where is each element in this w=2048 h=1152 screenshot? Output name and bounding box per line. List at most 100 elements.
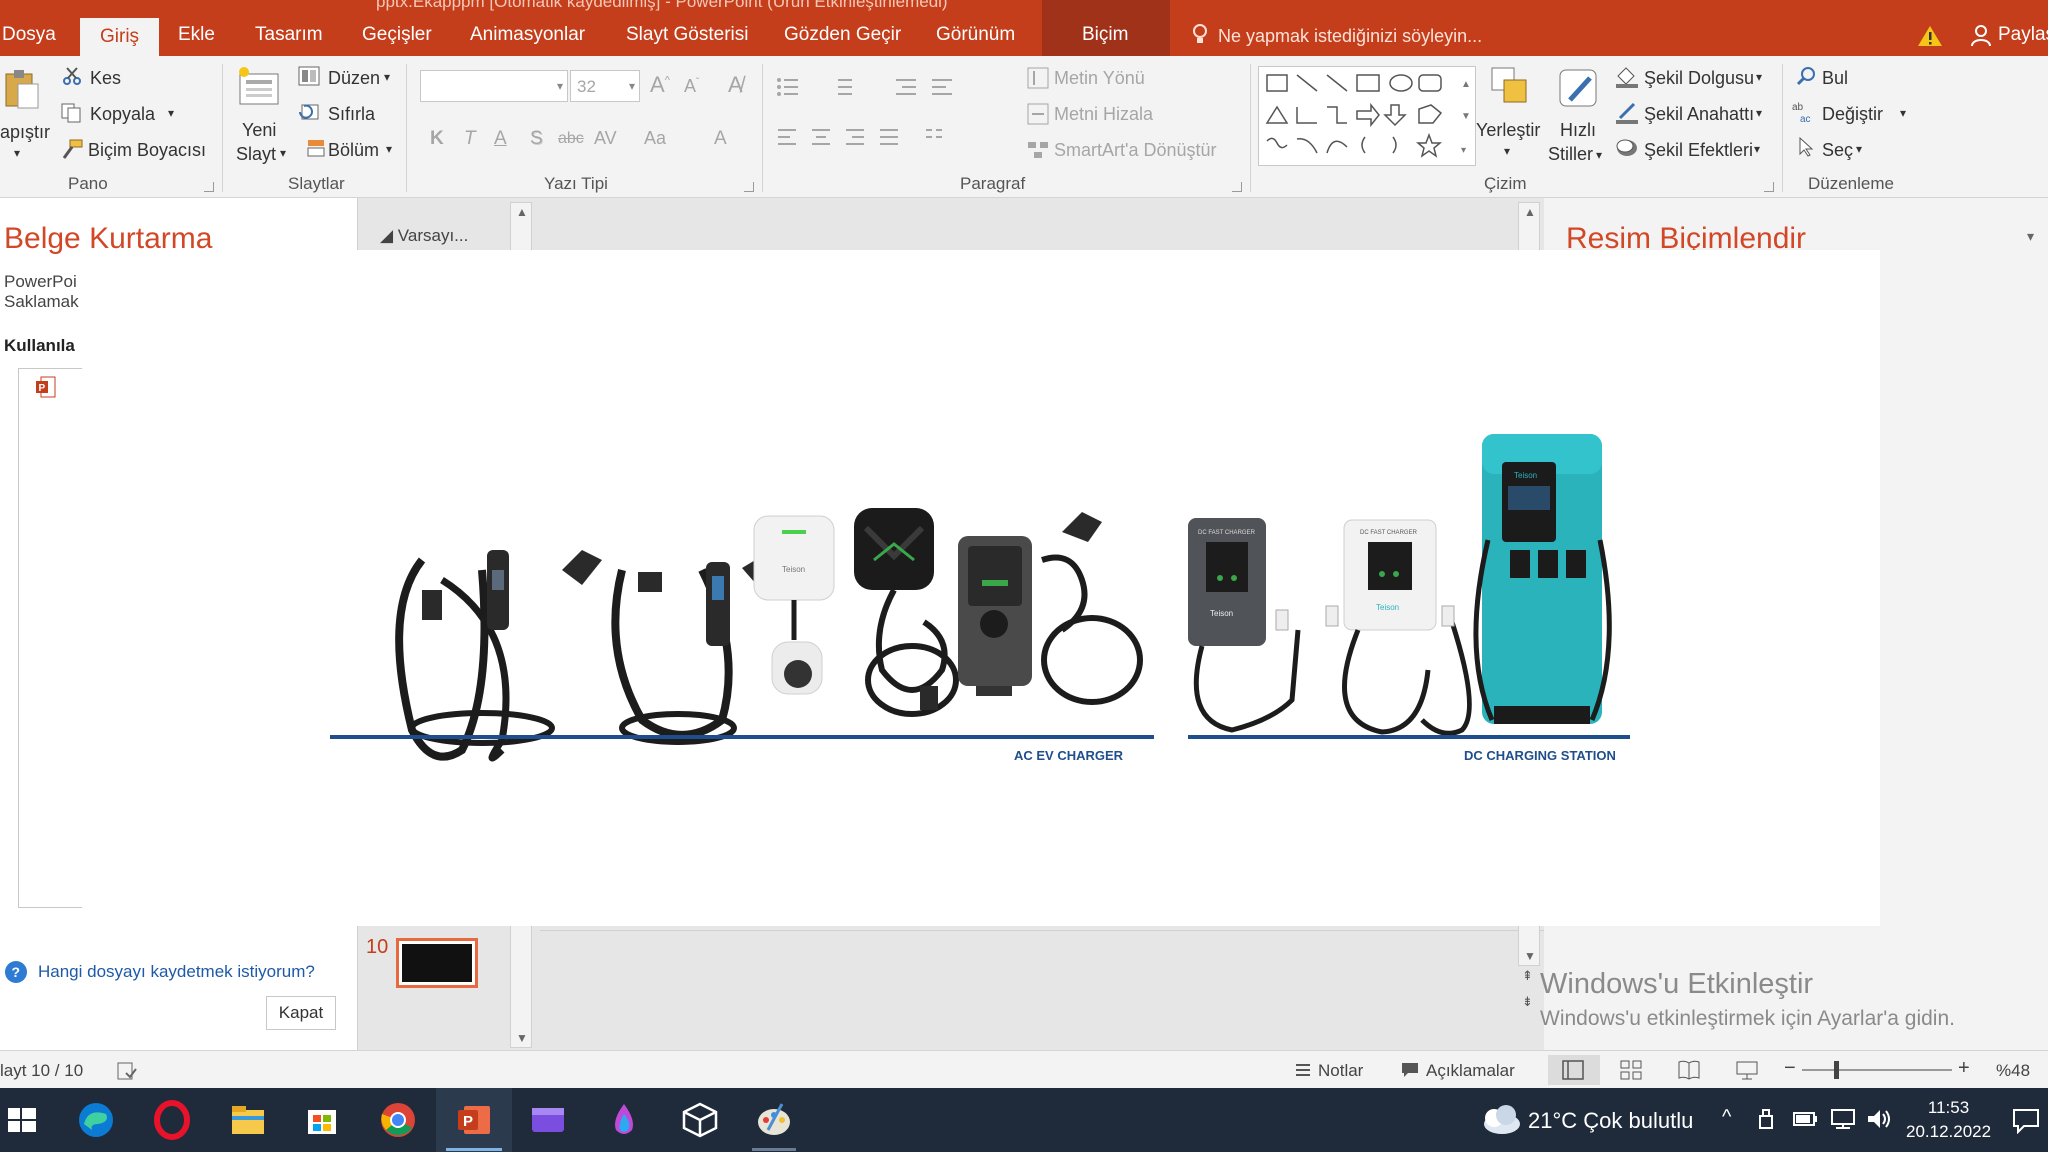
paste-button[interactable]: apıştır bbox=[0, 122, 50, 143]
tab-view[interactable]: Görünüm bbox=[936, 24, 1015, 46]
battery-icon[interactable] bbox=[1792, 1110, 1818, 1128]
shape-fill-dropdown-arrow[interactable]: ▾ bbox=[1756, 70, 1762, 84]
edge-icon[interactable] bbox=[76, 1100, 116, 1140]
zoom-in-icon[interactable]: + bbox=[1958, 1057, 1970, 1080]
powerpoint-icon[interactable]: P bbox=[454, 1100, 494, 1140]
slide-sorter-icon[interactable] bbox=[1620, 1060, 1642, 1080]
section-dropdown-arrow[interactable]: ▾ bbox=[386, 142, 392, 156]
font-color-button[interactable]: A bbox=[714, 128, 727, 150]
shapes-gallery[interactable]: ▲ ▼ ▾ bbox=[1258, 66, 1476, 166]
new-slide-icon[interactable] bbox=[236, 66, 282, 108]
copy-button[interactable]: Kopyala bbox=[90, 104, 155, 125]
change-case-button[interactable]: Aa bbox=[644, 128, 666, 149]
list-buttons-icon[interactable] bbox=[776, 76, 976, 98]
underline-button[interactable]: A bbox=[494, 128, 507, 150]
character-spacing-button[interactable]: AV bbox=[594, 128, 617, 149]
replace-button[interactable]: Değiştir bbox=[1822, 104, 1883, 125]
tab-file[interactable]: Dosya bbox=[2, 24, 56, 46]
cloudy-weather-icon[interactable] bbox=[1478, 1102, 1522, 1136]
section-header[interactable]: ◢ Varsayı... bbox=[380, 226, 468, 246]
usb-device-icon[interactable] bbox=[1756, 1108, 1776, 1132]
system-clock[interactable]: 11:53 20.12.2022 bbox=[1906, 1096, 1991, 1144]
help-link[interactable]: Hangi dosyayı kaydetmek istiyorum? bbox=[38, 962, 315, 982]
scroll-down-icon[interactable]: ▼ bbox=[516, 1031, 528, 1045]
font-dialog-launcher[interactable] bbox=[744, 182, 754, 192]
reset-button[interactable]: Sıfırla bbox=[328, 104, 375, 125]
scroll-up-icon[interactable]: ▲ bbox=[516, 205, 528, 219]
notes-button[interactable]: Notlar bbox=[1318, 1061, 1363, 1081]
tab-animations[interactable]: Animasyonlar bbox=[470, 24, 585, 46]
ev-charger-picture[interactable]: Teison AC EV CHARGER DC FAST CHARGER Tei… bbox=[82, 250, 1880, 926]
tab-review[interactable]: Gözden Geçir bbox=[784, 24, 901, 46]
zoom-out-icon[interactable]: − bbox=[1784, 1057, 1796, 1080]
strikethrough-button[interactable]: abc bbox=[558, 130, 584, 148]
tell-me-input[interactable]: Ne yapmak istediğinizi söyleyin... bbox=[1218, 26, 1482, 47]
select-button[interactable]: Seç bbox=[1822, 140, 1853, 161]
shape-outline-button[interactable]: Şekil Anahattı bbox=[1644, 104, 1754, 125]
copy-dropdown-arrow[interactable]: ▾ bbox=[168, 106, 174, 120]
font-name-combo[interactable]: ▾ bbox=[420, 70, 568, 102]
alignment-buttons-icon[interactable] bbox=[776, 126, 976, 148]
spellcheck-icon[interactable] bbox=[116, 1061, 138, 1081]
convert-smartart-button[interactable]: SmartArt'a Dönüştür bbox=[1054, 140, 1217, 161]
find-button[interactable]: Bul bbox=[1822, 68, 1848, 89]
tab-transitions[interactable]: Geçişler bbox=[362, 24, 432, 46]
tab-home[interactable]: Giriş bbox=[80, 18, 160, 56]
powerpoint-file-icon[interactable]: P bbox=[35, 375, 57, 399]
shadow-button[interactable]: S bbox=[530, 128, 543, 150]
new-slide-dropdown-arrow[interactable]: ▾ bbox=[280, 146, 286, 160]
tab-slideshow[interactable]: Slayt Gösterisi bbox=[626, 24, 748, 46]
arrange-button[interactable]: Yerleştir bbox=[1476, 120, 1540, 141]
file-explorer-icon[interactable] bbox=[228, 1100, 268, 1140]
clipchamp-icon[interactable] bbox=[528, 1100, 568, 1140]
decrease-font-icon[interactable]: Aˇ bbox=[684, 76, 699, 97]
weather-text[interactable]: 21°C Çok bulutlu bbox=[1528, 1108, 1693, 1134]
paste-dropdown-arrow[interactable]: ▾ bbox=[14, 146, 20, 160]
paint-icon[interactable] bbox=[754, 1100, 794, 1140]
scroll-down-icon[interactable]: ▼ bbox=[1524, 949, 1536, 963]
reading-view-icon[interactable] bbox=[1678, 1060, 1700, 1080]
bold-button[interactable]: K bbox=[430, 128, 444, 150]
zoom-slider-track[interactable] bbox=[1802, 1069, 1952, 1071]
quick-styles-icon[interactable] bbox=[1556, 66, 1600, 110]
paint3d-icon[interactable] bbox=[604, 1100, 644, 1140]
quick-styles-button[interactable]: Hızlı bbox=[1560, 120, 1596, 141]
font-size-combo[interactable]: 32 ▾ bbox=[570, 70, 640, 102]
section-button[interactable]: Bölüm bbox=[328, 140, 379, 161]
shape-effects-button[interactable]: Şekil Efektleri bbox=[1644, 140, 1753, 161]
arrange-dropdown-arrow[interactable]: ▾ bbox=[1504, 144, 1510, 158]
layout-button[interactable]: Düzen bbox=[328, 68, 380, 89]
comments-button[interactable]: Açıklamalar bbox=[1426, 1061, 1515, 1081]
arrange-icon[interactable] bbox=[1490, 66, 1530, 106]
zoom-level[interactable]: %48 bbox=[1996, 1061, 2030, 1081]
format-painter-button[interactable]: Biçim Boyacısı bbox=[88, 140, 206, 161]
paragraph-dialog-launcher[interactable] bbox=[1232, 182, 1242, 192]
tab-design[interactable]: Tasarım bbox=[255, 24, 323, 46]
opera-icon[interactable] bbox=[152, 1100, 192, 1140]
select-dropdown-arrow[interactable]: ▾ bbox=[1856, 142, 1862, 156]
clipboard-dialog-launcher[interactable] bbox=[204, 182, 214, 192]
replace-dropdown-arrow[interactable]: ▾ bbox=[1900, 106, 1906, 120]
paste-icon[interactable] bbox=[2, 68, 42, 112]
quick-styles-button-line2[interactable]: Stiller bbox=[1548, 144, 1593, 165]
align-text-button[interactable]: Metni Hizala bbox=[1054, 104, 1153, 125]
increase-font-icon[interactable]: A^ bbox=[650, 72, 670, 98]
3d-viewer-icon[interactable] bbox=[680, 1100, 720, 1140]
chevron-up-icon[interactable]: ^ bbox=[1722, 1106, 1731, 1129]
chrome-icon[interactable] bbox=[378, 1100, 418, 1140]
next-slide-icon[interactable]: ⇟ bbox=[1522, 994, 1533, 1010]
shape-outline-dropdown-arrow[interactable]: ▾ bbox=[1756, 106, 1762, 120]
clear-formatting-icon[interactable]: A̸ bbox=[728, 72, 743, 98]
scroll-up-icon[interactable]: ▲ bbox=[1524, 205, 1536, 219]
recovered-files-list[interactable]: P bbox=[18, 368, 82, 908]
shape-fill-button[interactable]: Şekil Dolgusu bbox=[1644, 68, 1754, 89]
windows-start-icon[interactable] bbox=[2, 1100, 42, 1140]
network-icon[interactable] bbox=[1830, 1108, 1856, 1130]
shape-effects-dropdown-arrow[interactable]: ▾ bbox=[1754, 142, 1760, 156]
pane-options-icon[interactable]: ▾ bbox=[2027, 228, 2034, 245]
layout-dropdown-arrow[interactable]: ▾ bbox=[384, 70, 390, 84]
drawing-dialog-launcher[interactable] bbox=[1764, 182, 1774, 192]
text-direction-button[interactable]: Metin Yönü bbox=[1054, 68, 1145, 89]
notification-center-icon[interactable] bbox=[2012, 1108, 2040, 1134]
normal-view-icon[interactable] bbox=[1562, 1060, 1584, 1080]
